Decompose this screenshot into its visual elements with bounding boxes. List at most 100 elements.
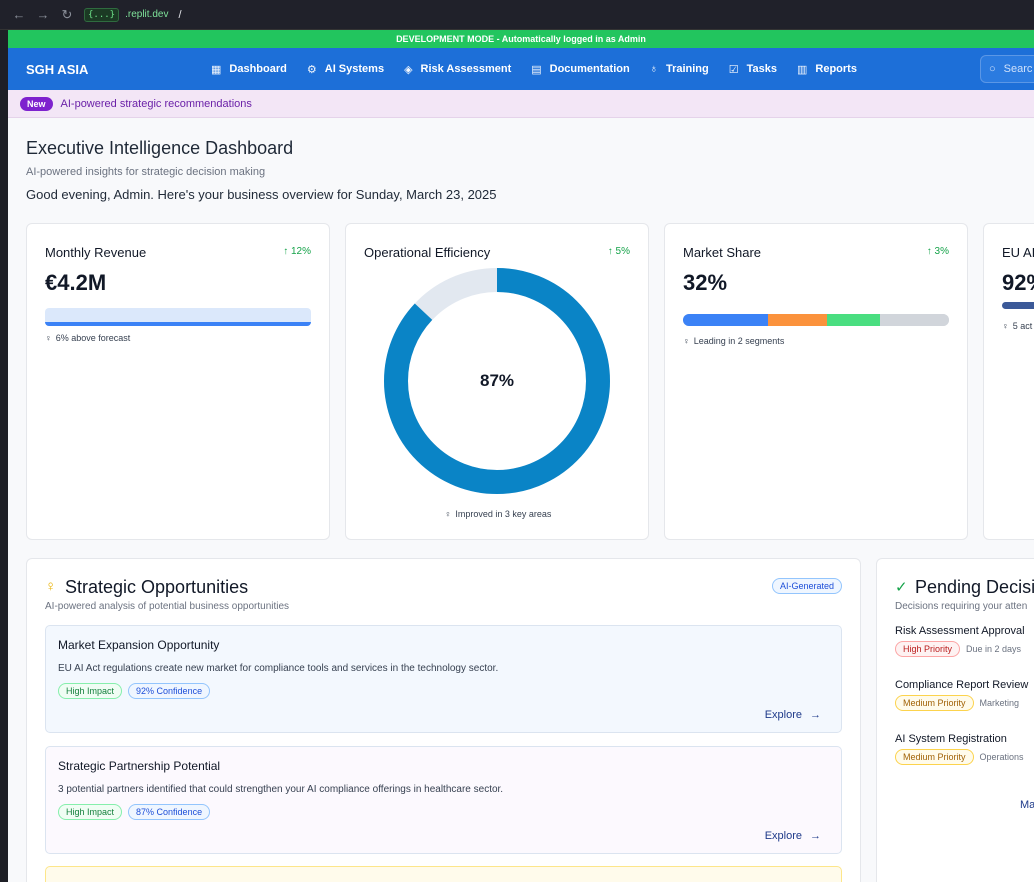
revenue-bar-fill bbox=[45, 322, 311, 326]
lightbulb-icon: ♀ bbox=[45, 333, 52, 343]
decision-meta: Marketing bbox=[979, 698, 1020, 708]
url-badge: {...} bbox=[84, 7, 120, 22]
search-icon: ○ bbox=[989, 63, 996, 75]
decision-title: AI System Registration bbox=[895, 733, 1007, 745]
kpi-value: €4.2M bbox=[45, 270, 107, 295]
nav-ai-systems[interactable]: ⚙ AI Systems bbox=[307, 63, 384, 76]
nav-training[interactable]: ♁ Training bbox=[650, 63, 709, 76]
bar-chart-icon: ▥ bbox=[796, 63, 808, 76]
kpi-card-eu-ai: EU AI 92% ♀5 act bbox=[983, 223, 1034, 540]
pending-decisions-panel: ✓ Pending Decisio Decisions requiring yo… bbox=[876, 558, 1034, 882]
brand-logo[interactable]: SGH ASIA bbox=[26, 62, 211, 77]
priority-badge: High Priority bbox=[895, 641, 961, 657]
dev-mode-banner: DEVELOPMENT MODE - Automatically logged … bbox=[8, 30, 1034, 48]
revenue-bar bbox=[45, 308, 311, 326]
nav-dashboard[interactable]: ▦ Dashboard bbox=[211, 63, 287, 76]
decision-item[interactable]: AI System Registration Medium Priority Op… bbox=[895, 733, 1034, 765]
kpi-footer: ♀ Leading in 2 segments bbox=[683, 336, 784, 346]
nav-label: AI Systems bbox=[324, 63, 385, 75]
kpi-title: Operational Efficiency bbox=[364, 245, 491, 260]
decision-title: Compliance Report Review bbox=[895, 679, 1029, 691]
kpi-change: ↑ 3% bbox=[926, 246, 949, 257]
decision-meta: Operations bbox=[979, 752, 1024, 762]
address-bar[interactable]: {...} .replit.dev / bbox=[84, 7, 182, 22]
nav-label: Documentation bbox=[549, 63, 630, 75]
decision-item[interactable]: Compliance Report Review Medium Priority… bbox=[895, 679, 1034, 711]
opportunity-card bbox=[45, 866, 842, 882]
back-icon[interactable]: ← bbox=[12, 7, 26, 22]
opportunity-description: 3 potential partners identified that cou… bbox=[58, 784, 504, 795]
decision-meta: Due in 2 days bbox=[966, 644, 1022, 654]
market-share-segment bbox=[826, 314, 880, 326]
explore-label: Explore bbox=[764, 830, 802, 842]
kpi-footer: ♀ Improved in 3 key areas bbox=[346, 509, 650, 519]
opportunity-title: Strategic Partnership Potential bbox=[58, 759, 221, 773]
arrow-right-icon: → bbox=[810, 709, 821, 721]
new-badge: New bbox=[20, 96, 53, 111]
lightbulb-icon: ♀ bbox=[683, 336, 690, 346]
kpi-footer-text: Leading in 2 segments bbox=[693, 336, 785, 346]
market-share-segment bbox=[683, 314, 769, 326]
kpi-value: 92% bbox=[1002, 270, 1034, 295]
decision-item[interactable]: Risk Assessment Approval High Priority Du… bbox=[895, 625, 1034, 657]
nav-label: Tasks bbox=[746, 63, 777, 75]
reload-icon[interactable]: ↻ bbox=[60, 7, 74, 23]
market-share-segment bbox=[879, 314, 949, 326]
kpi-footer: ♀ 6% above forecast bbox=[45, 333, 130, 343]
nav-reports[interactable]: ▥ Reports bbox=[797, 63, 857, 76]
lightbulb-icon: ♀ bbox=[1002, 321, 1009, 331]
opportunity-description: EU AI Act regulations create new market … bbox=[58, 663, 499, 674]
kpi-title: Monthly Revenue bbox=[45, 245, 147, 260]
impact-chip: High Impact bbox=[58, 683, 123, 699]
lightbulb-icon: ♀ bbox=[444, 509, 452, 519]
promo-text: AI-powered strategic recommendations bbox=[60, 97, 252, 110]
kpi-change: ↑ 5% bbox=[607, 246, 630, 257]
donut-center-value: 87% bbox=[479, 371, 515, 390]
opportunity-card: Market Expansion Opportunity EU AI Act r… bbox=[45, 625, 842, 733]
section-title: Pending Decisio bbox=[915, 577, 1034, 597]
section-subtitle: AI-powered analysis of potential busines… bbox=[45, 601, 290, 612]
confidence-chip: 92% Confidence bbox=[128, 683, 211, 699]
opportunity-title: Market Expansion Opportunity bbox=[58, 638, 220, 652]
page-subtitle: AI-powered insights for strategic decisi… bbox=[26, 166, 266, 178]
efficiency-donut: 87% bbox=[384, 268, 610, 494]
section-subtitle: Decisions requiring your atten bbox=[895, 601, 1028, 612]
nav-label: Training bbox=[665, 63, 709, 75]
explore-button[interactable]: Explore → bbox=[765, 709, 821, 721]
priority-badge: Medium Priority bbox=[895, 695, 974, 711]
nav-tasks[interactable]: ☑ Tasks bbox=[729, 63, 777, 76]
app-window: DEVELOPMENT MODE - Automatically logged … bbox=[8, 30, 1034, 882]
decision-title: Risk Assessment Approval bbox=[895, 625, 1025, 637]
nav-documentation[interactable]: ▤ Documentation bbox=[531, 63, 629, 76]
nav-label: Risk Assessment bbox=[420, 63, 512, 75]
kpi-card-revenue: Monthly Revenue ↑ 12% €4.2M ♀ 6% above fo… bbox=[26, 223, 330, 540]
kpi-card-market-share: Market Share ↑ 3% 32% ♀ Leading in 2 segm… bbox=[664, 223, 968, 540]
kpi-title: EU AI bbox=[1002, 245, 1034, 260]
nav-risk-assessment[interactable]: ◈ Risk Assessment bbox=[404, 63, 511, 76]
arrow-right-icon: → bbox=[810, 830, 821, 842]
check-circle-icon: ✓ bbox=[895, 579, 908, 596]
kpi-footer-text: 5 act bbox=[1012, 321, 1033, 331]
impact-chip: High Impact bbox=[58, 804, 123, 820]
nav-label: Dashboard bbox=[229, 63, 287, 75]
cpu-icon: ⚙ bbox=[306, 63, 317, 76]
forward-icon[interactable]: → bbox=[36, 7, 50, 22]
manage-decisions-link[interactable]: Ma bbox=[1020, 799, 1034, 811]
opportunity-card: Strategic Partnership Potential 3 potent… bbox=[45, 746, 842, 854]
kpi-card-efficiency: Operational Efficiency ↑ 5% 87% ♀ Improve… bbox=[345, 223, 649, 540]
browser-toolbar: ← → ↻ {...} .replit.dev / bbox=[0, 0, 1034, 30]
explore-button[interactable]: Explore → bbox=[765, 830, 821, 842]
market-share-bar bbox=[683, 314, 949, 326]
greeting: Good evening, Admin. Here's your busines… bbox=[26, 187, 497, 202]
promo-banner[interactable]: New AI-powered strategic recommendations bbox=[8, 90, 1034, 118]
document-icon: ▤ bbox=[531, 63, 542, 76]
search-placeholder: Searc bbox=[1003, 63, 1033, 75]
checkbox-icon: ☑ bbox=[728, 63, 739, 76]
confidence-chip: 87% Confidence bbox=[128, 804, 211, 820]
nav-label: Reports bbox=[815, 63, 857, 75]
strategic-opportunities-panel: ♀ Strategic Opportunities AI-Generated A… bbox=[26, 558, 861, 882]
kpi-footer: ♀ 5 act bbox=[1002, 321, 1032, 331]
dashboard-icon: ▦ bbox=[211, 63, 222, 76]
url-host: .replit.dev bbox=[125, 9, 169, 20]
search-input[interactable]: ○ Searc bbox=[980, 55, 1034, 83]
